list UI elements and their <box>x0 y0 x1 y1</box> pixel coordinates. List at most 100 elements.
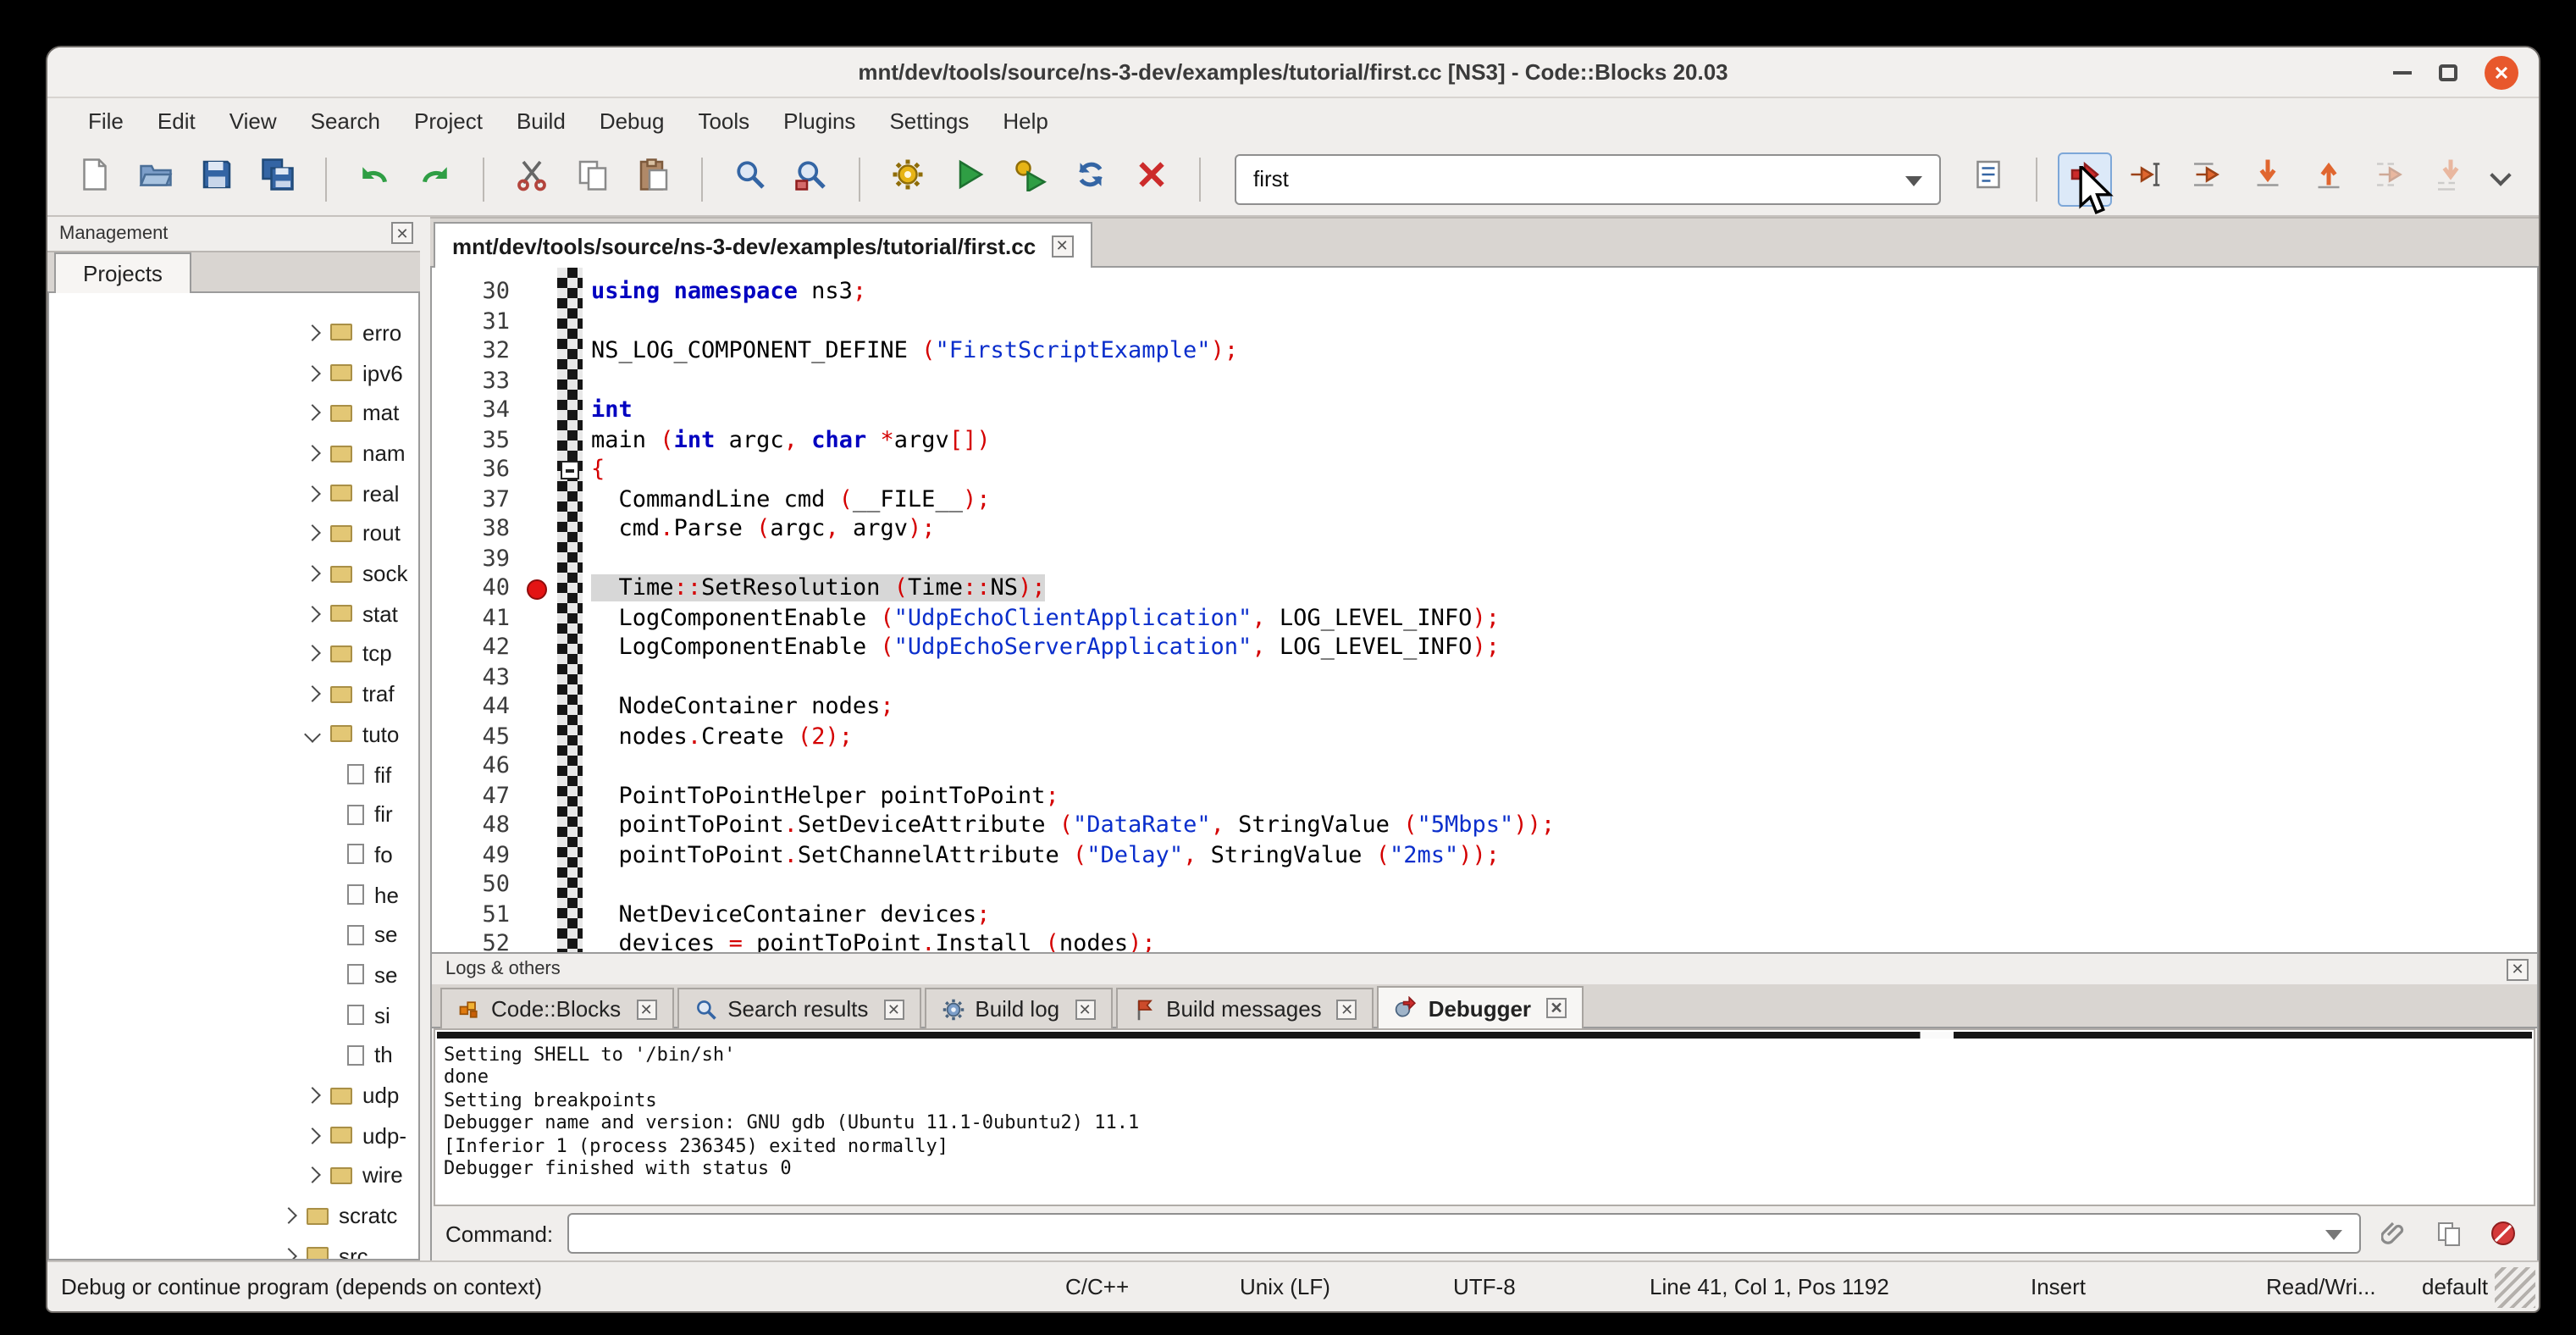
breakpoint-margin[interactable] <box>520 663 557 693</box>
chevron-right-icon[interactable] <box>304 525 321 542</box>
breakpoint-margin[interactable] <box>520 752 557 782</box>
breakpoint-icon[interactable] <box>527 579 547 600</box>
breakpoint-margin[interactable] <box>520 782 557 812</box>
log-tab-build-log[interactable]: Build log✕ <box>924 988 1112 1028</box>
editor-tab-first-cc[interactable]: mnt/dev/tools/source/ns-3-dev/examples/t… <box>434 222 1092 268</box>
tree-item-rout[interactable]: rout <box>49 513 418 553</box>
log-tab-close-icon[interactable]: ✕ <box>883 999 904 1019</box>
log-tab-close-icon[interactable]: ✕ <box>1546 998 1567 1018</box>
breakpoint-margin[interactable] <box>520 545 557 574</box>
tree-item-udp[interactable]: udp <box>49 1075 418 1115</box>
next-instruction-button[interactable] <box>2363 152 2417 206</box>
new-file-button[interactable] <box>68 152 122 206</box>
menu-plugins[interactable]: Plugins <box>766 102 872 138</box>
code-editor[interactable]: 30using namespace ns3;3132NS_LOG_COMPONE… <box>430 268 2539 952</box>
stop-debugger-button[interactable] <box>2483 1213 2523 1254</box>
tree-item-se[interactable]: se <box>49 955 418 994</box>
tree-item-he[interactable]: he <box>49 875 418 915</box>
logs-close-icon[interactable]: ✕ <box>2507 958 2529 980</box>
step-into-instruction-button[interactable] <box>2424 152 2478 206</box>
tree-item-tcp[interactable]: tcp <box>49 634 418 673</box>
breakpoint-margin[interactable] <box>520 426 557 456</box>
breakpoint-margin[interactable] <box>520 871 557 900</box>
breakpoint-margin[interactable] <box>520 367 557 396</box>
resize-grip[interactable] <box>2495 1267 2535 1308</box>
breakpoint-margin[interactable] <box>520 456 557 485</box>
breakpoint-margin[interactable] <box>520 693 557 723</box>
abort-button[interactable] <box>1125 152 1179 206</box>
chevron-right-icon[interactable] <box>304 1087 321 1104</box>
open-button[interactable] <box>129 152 183 206</box>
log-tab-build-messages[interactable]: Build messages✕ <box>1115 988 1374 1028</box>
chevron-right-icon[interactable] <box>304 685 321 702</box>
chevron-down-icon[interactable] <box>304 726 321 743</box>
menu-settings[interactable]: Settings <box>872 102 986 138</box>
chevron-right-icon[interactable] <box>304 405 321 422</box>
menu-build[interactable]: Build <box>500 102 583 138</box>
tree-item-src[interactable]: src <box>49 1236 418 1260</box>
undo-button[interactable] <box>347 152 401 206</box>
tree-item-se[interactable]: se <box>49 915 418 955</box>
log-tab-close-icon[interactable]: ✕ <box>1075 999 1095 1019</box>
compile-current-file-button[interactable] <box>1961 152 2015 206</box>
attach-button[interactable] <box>2374 1213 2415 1254</box>
menu-edit[interactable]: Edit <box>141 102 213 138</box>
chevron-right-icon[interactable] <box>304 445 321 462</box>
fold-marker-icon[interactable] <box>561 461 579 479</box>
projects-tree[interactable]: erroipv6matnamrealroutsockstattcptraftut… <box>47 292 420 1260</box>
tree-item-real[interactable]: real <box>49 474 418 513</box>
breakpoint-margin[interactable] <box>520 307 557 337</box>
combo-dropdown-icon[interactable] <box>1905 175 1922 186</box>
tree-item-tuto[interactable]: tuto <box>49 714 418 754</box>
menu-help[interactable]: Help <box>986 102 1065 138</box>
breakpoint-margin[interactable] <box>520 485 557 515</box>
tree-item-traf[interactable]: traf <box>49 674 418 714</box>
save-all-button[interactable] <box>251 152 305 206</box>
run-to-cursor-button[interactable] <box>2119 152 2173 206</box>
close-button[interactable]: ✕ <box>2485 56 2518 90</box>
chevron-right-icon[interactable] <box>304 606 321 623</box>
log-tab-search-results[interactable]: Search results✕ <box>677 988 920 1028</box>
tree-item-ipv6[interactable]: ipv6 <box>49 353 418 393</box>
breakpoint-margin[interactable] <box>520 396 557 426</box>
build-target-combo[interactable]: first <box>1235 153 1941 204</box>
toolbar-overflow-button[interactable] <box>2481 157 2522 201</box>
tree-item-fif[interactable]: fif <box>49 754 418 794</box>
breakpoint-margin[interactable] <box>520 604 557 634</box>
find-button[interactable] <box>723 152 777 206</box>
breakpoint-margin[interactable] <box>520 634 557 663</box>
command-input[interactable] <box>567 1213 2361 1254</box>
menu-search[interactable]: Search <box>294 102 397 138</box>
chevron-right-icon[interactable] <box>304 1167 321 1184</box>
cut-button[interactable] <box>505 152 559 206</box>
chevron-right-icon[interactable] <box>304 565 321 582</box>
tree-item-wire[interactable]: wire <box>49 1155 418 1195</box>
menu-file[interactable]: File <box>71 102 141 138</box>
tab-projects[interactable]: Projects <box>54 252 191 292</box>
management-close-icon[interactable]: ✕ <box>391 223 413 245</box>
copy-log-button[interactable] <box>2429 1213 2469 1254</box>
log-tab-debugger[interactable]: Debugger✕ <box>1378 986 1584 1028</box>
chevron-right-icon[interactable] <box>304 364 321 381</box>
menu-view[interactable]: View <box>213 102 294 138</box>
step-out-button[interactable] <box>2302 152 2356 206</box>
tree-item-udp-[interactable]: udp- <box>49 1116 418 1155</box>
tree-item-nam[interactable]: nam <box>49 433 418 473</box>
build-and-run-button[interactable] <box>1003 152 1057 206</box>
breakpoint-margin[interactable] <box>520 723 557 752</box>
tree-item-fo[interactable]: fo <box>49 834 418 874</box>
copy-button[interactable] <box>566 152 620 206</box>
run-button[interactable] <box>942 152 996 206</box>
menu-project[interactable]: Project <box>397 102 500 138</box>
tree-item-stat[interactable]: stat <box>49 594 418 634</box>
step-into-button[interactable] <box>2241 152 2295 206</box>
chevron-right-icon[interactable] <box>304 485 321 502</box>
breakpoint-margin[interactable] <box>520 900 557 930</box>
breakpoint-margin[interactable] <box>520 812 557 841</box>
chevron-right-icon[interactable] <box>280 1207 297 1224</box>
breakpoint-margin[interactable] <box>520 337 557 367</box>
debugger-log[interactable]: Setting SHELL to '/bin/sh'doneSetting br… <box>434 1028 2535 1206</box>
breakpoint-margin[interactable] <box>520 278 557 307</box>
chevron-right-icon[interactable] <box>280 1248 297 1260</box>
paste-button[interactable] <box>627 152 681 206</box>
